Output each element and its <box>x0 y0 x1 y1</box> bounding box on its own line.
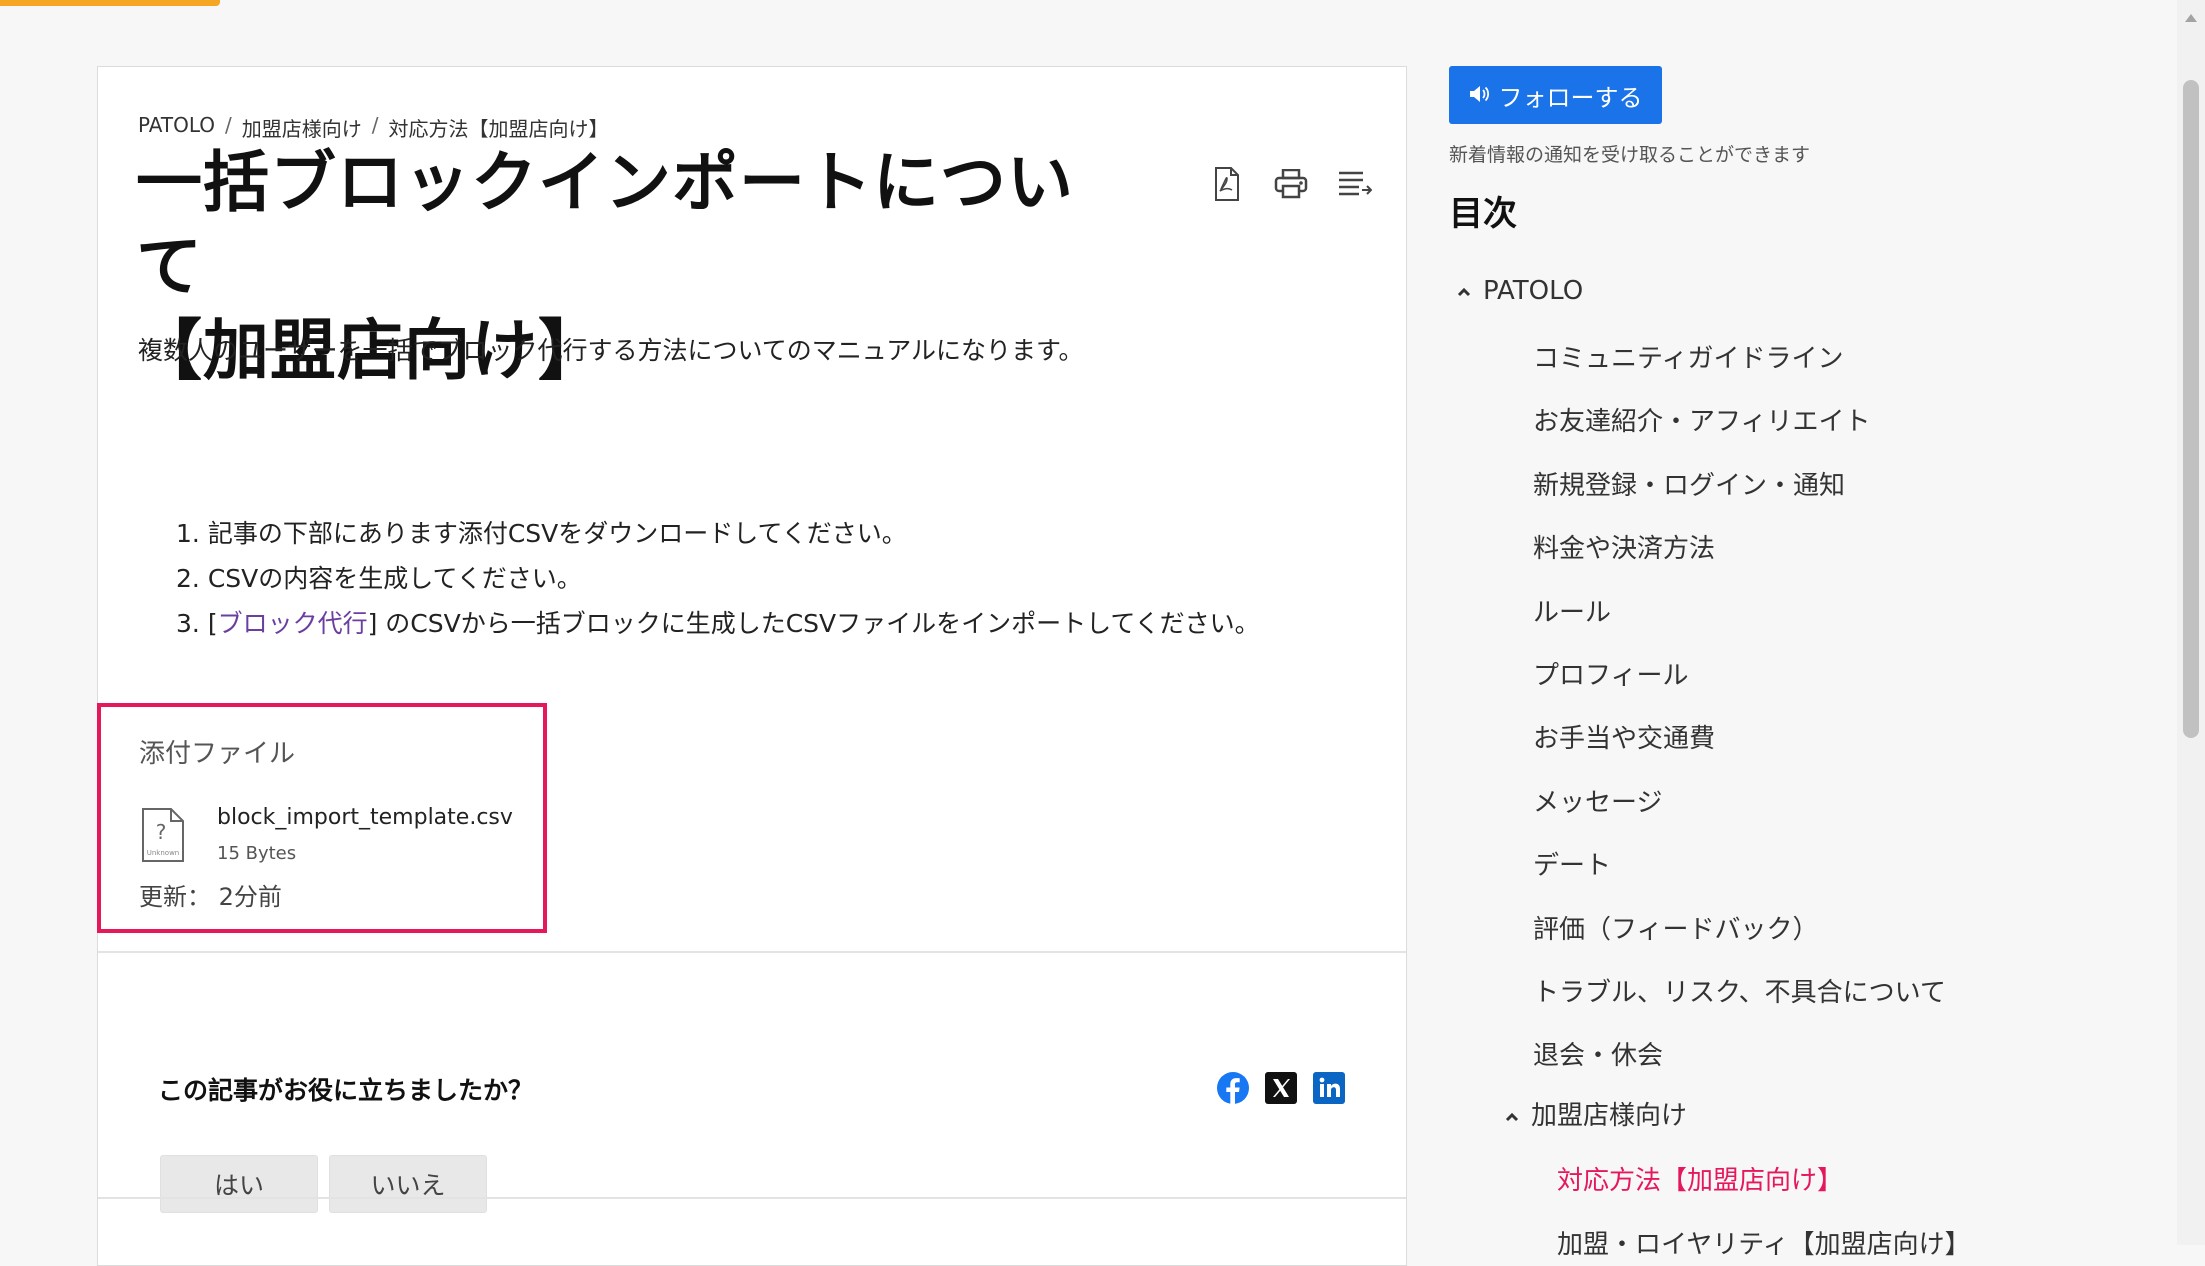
step-number: 2. <box>176 564 200 593</box>
updated-value: 2分前 <box>218 883 282 911</box>
breadcrumb-separator: / <box>225 113 232 137</box>
toc-item[interactable]: 加盟・ロイヤリティ【加盟店向け】 <box>1557 1224 1971 1261</box>
scrollbar[interactable] <box>2177 0 2205 1245</box>
speaker-icon <box>1469 81 1489 109</box>
attachment-file-name[interactable]: block_import_template.csv <box>217 805 513 830</box>
breadcrumb: PATOLO / 加盟店様向け / 対応方法【加盟店向け】 <box>138 113 609 142</box>
x-icon[interactable] <box>1264 1071 1298 1105</box>
list-item: 3. [ブロック代行] のCSVから一括ブロックに生成したCSVファイルをインポ… <box>176 601 1260 646</box>
article-card: PATOLO / 加盟店様向け / 対応方法【加盟店向け】 一括ブロックインポー… <box>97 66 1407 1266</box>
step-text: CSVの内容を生成してください。 <box>207 564 582 593</box>
breadcrumb-item-merchants[interactable]: 加盟店様向け <box>242 113 362 142</box>
updated-label: 更新： <box>139 883 211 911</box>
social-share <box>1216 1071 1346 1105</box>
step-bracket: [ <box>207 609 218 638</box>
toc-item[interactable]: ルール <box>1533 592 1611 629</box>
chevron-up-icon <box>1457 287 1471 296</box>
steps-list: 1. 記事の下部にあります添付CSVをダウンロードしてください。 2. CSVの… <box>176 511 1260 646</box>
toc-item-active[interactable]: 対応方法【加盟店向け】 <box>1557 1160 1843 1197</box>
article-intro: 複数人のユーザーを一括でブロック代行する方法についてのマニュアルになります。 <box>138 336 1084 365</box>
feedback-question: この記事がお役に立ちましたか？ <box>158 1076 534 1105</box>
chevron-up-icon <box>1505 1112 1519 1121</box>
pdf-icon[interactable] <box>1208 165 1246 203</box>
article-tools <box>1208 165 1374 203</box>
breadcrumb-item-response[interactable]: 対応方法【加盟店向け】 <box>389 113 609 142</box>
follow-note: 新着情報の通知を受け取ることができます <box>1449 144 1811 166</box>
breadcrumb-separator: / <box>371 113 379 137</box>
attachment-highlight-box: 添付ファイル ? Unknown block_import_template.c… <box>97 703 547 933</box>
scroll-up-icon[interactable] <box>2185 14 2197 22</box>
toc-title: 目次 <box>1449 194 1517 234</box>
toc-item[interactable]: 料金や決済方法 <box>1533 528 1715 565</box>
toc-item[interactable]: お友達紹介・アフィリエイト <box>1533 401 1870 438</box>
follow-button[interactable]: フォローする <box>1449 66 1662 124</box>
toc-item[interactable]: お手当や交通費 <box>1533 718 1715 755</box>
svg-text:?: ? <box>156 820 167 844</box>
toc-root-patolo[interactable]: PATOLO <box>1457 276 1583 306</box>
attachment-file-size: 15 Bytes <box>217 843 297 864</box>
toc-item[interactable]: 新規登録・ログイン・通知 <box>1533 465 1845 502</box>
feedback-yes-button[interactable]: はい <box>160 1155 318 1213</box>
toc-item[interactable]: トラブル、リスク、不具合について <box>1533 972 1946 1009</box>
block-proxy-link[interactable]: ブロック代行 <box>218 609 368 638</box>
linkedin-icon[interactable] <box>1312 1071 1346 1105</box>
step-text: 記事の下部にあります添付CSVをダウンロードしてください。 <box>207 519 907 548</box>
follow-label: フォローする <box>1498 83 1643 112</box>
list-item: 1. 記事の下部にあります添付CSVをダウンロードしてください。 <box>176 511 1260 556</box>
toc-item[interactable]: デート <box>1533 845 1611 882</box>
toc-item[interactable]: 退会・休会 <box>1533 1035 1663 1072</box>
feedback-no-button[interactable]: いいえ <box>329 1155 487 1213</box>
toc-group-merchants[interactable]: 加盟店様向け <box>1505 1095 1687 1132</box>
print-icon[interactable] <box>1272 165 1310 203</box>
title-line-1: 一括ブロックインポートについて <box>136 144 1074 305</box>
divider <box>98 951 1406 953</box>
toc-item[interactable]: コミュニティガイドライン <box>1533 338 1843 375</box>
unknown-file-icon[interactable]: ? Unknown <box>141 807 185 863</box>
attachment-updated: 更新： 2分前 <box>139 877 282 912</box>
attachment-label: 添付ファイル <box>139 739 296 769</box>
subscribe-icon[interactable] <box>1336 165 1374 203</box>
step-text: ] のCSVから一括ブロックに生成したCSVファイルをインポートしてください。 <box>367 609 1260 638</box>
toc-item[interactable]: メッセージ <box>1533 782 1662 819</box>
list-item: 2. CSVの内容を生成してください。 <box>176 556 1260 601</box>
svg-text:Unknown: Unknown <box>147 849 180 857</box>
facebook-icon[interactable] <box>1216 1071 1250 1105</box>
breadcrumb-item-patolo[interactable]: PATOLO <box>138 113 215 142</box>
scrollbar-thumb[interactable] <box>2183 80 2199 738</box>
toc-item[interactable]: プロフィール <box>1533 655 1688 692</box>
reading-progress-bar <box>0 0 220 6</box>
step-number: 1. <box>176 519 200 548</box>
toc-item[interactable]: 評価（フィードバック） <box>1533 909 1818 946</box>
step-number: 3. <box>176 609 200 638</box>
divider <box>98 1197 1406 1199</box>
